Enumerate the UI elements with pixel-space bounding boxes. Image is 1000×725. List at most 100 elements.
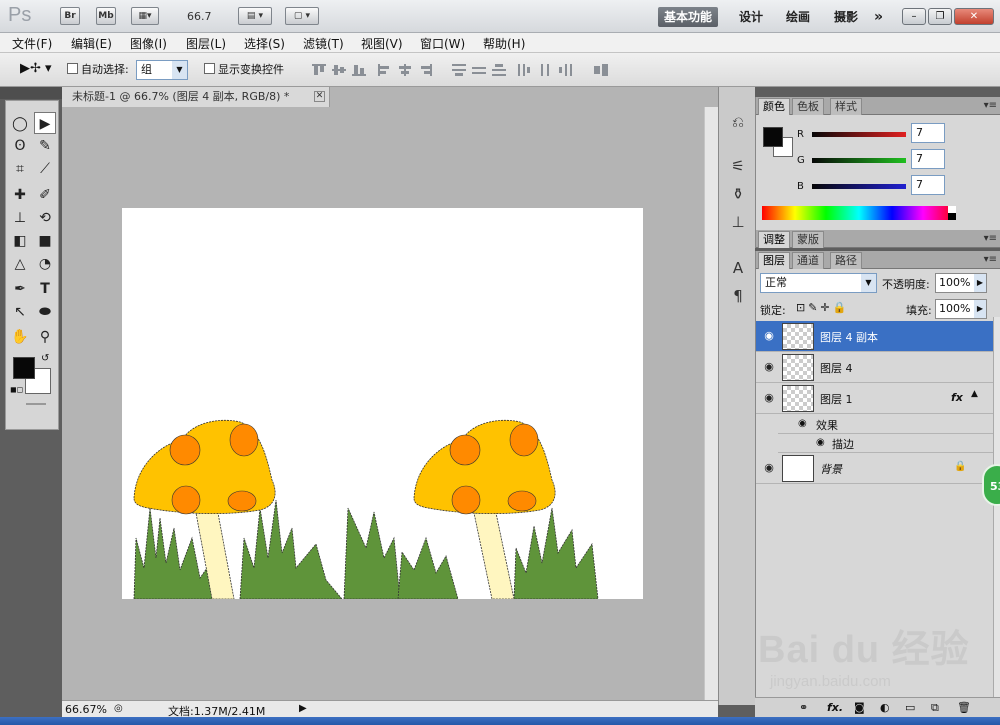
menu-filter[interactable]: 滤镜(T) (303, 35, 344, 52)
arrange-documents-button[interactable]: ▤ ▾ (238, 7, 272, 25)
tab-adjustments[interactable]: 调整 (758, 231, 790, 248)
new-layer-icon[interactable]: ⧉ (931, 701, 939, 715)
hand-tool-icon[interactable]: ✋ (9, 326, 31, 348)
effects-row[interactable]: ◉ 效果 (778, 415, 993, 434)
layer-effects-fx-icon[interactable]: fx (951, 391, 963, 404)
opacity-input[interactable]: 100% ▶ (935, 273, 987, 293)
tab-color[interactable]: 颜色 (758, 98, 790, 115)
opacity-slider-arrow-icon[interactable]: ▶ (974, 274, 986, 292)
character-panel-icon[interactable]: A (727, 257, 749, 279)
new-group-icon[interactable]: ▭ (905, 701, 915, 714)
menu-file[interactable]: 文件(F) (12, 35, 52, 52)
color-foreground-swatch[interactable] (763, 127, 783, 147)
auto-select-checkbox[interactable] (67, 63, 78, 74)
visibility-eye-icon[interactable]: ◉ (762, 330, 776, 342)
tab-paths[interactable]: 路径 (830, 252, 862, 269)
add-layer-style-icon[interactable]: fx. (827, 701, 843, 714)
quick-selection-tool-icon[interactable]: ✎ (34, 135, 56, 157)
blue-value-input[interactable]: 7 (911, 175, 945, 195)
distribute-bottom-icon[interactable] (492, 64, 506, 76)
panel-menu-icon[interactable]: ▾≡ (984, 254, 997, 265)
visibility-eye-icon[interactable]: ◉ (762, 462, 776, 474)
stroke-eye-icon[interactable]: ◉ (816, 437, 825, 448)
floating-badge[interactable]: 53 (982, 464, 1000, 506)
brush-tool-icon[interactable]: ✐ (34, 184, 56, 206)
tab-masks[interactable]: 蒙版 (792, 231, 824, 248)
spot-healing-brush-icon[interactable]: ✚ (9, 184, 31, 206)
distribute-top-icon[interactable] (452, 64, 466, 76)
effects-eye-icon[interactable]: ◉ (798, 418, 807, 429)
close-document-icon[interactable]: ✕ (314, 91, 325, 102)
bridge-button[interactable]: Br (60, 7, 80, 25)
add-layer-mask-icon[interactable]: ◙ (854, 701, 865, 714)
dodge-tool-icon[interactable]: ◔ (34, 253, 56, 275)
panel-menu-icon[interactable]: ▾≡ (984, 233, 997, 244)
menu-image[interactable]: 图像(I) (130, 35, 167, 52)
new-adjustment-layer-icon[interactable]: ◐ (880, 701, 890, 714)
move-tool-icon[interactable]: ▶ (34, 112, 56, 134)
tab-swatches[interactable]: 色板 (792, 98, 824, 115)
distribute-right-icon[interactable] (558, 64, 572, 76)
zoom-tool-icon[interactable]: ⚲ (34, 326, 56, 348)
status-menu-arrow-icon[interactable]: ▶ (299, 703, 307, 714)
distribute-horizontal-center-icon[interactable] (538, 64, 552, 76)
workspace-essentials[interactable]: 基本功能 (658, 7, 719, 27)
layer-row[interactable]: ◉ 图层 1 fx ▲ (756, 383, 993, 414)
panel-menu-icon[interactable]: ▾≡ (984, 100, 997, 111)
default-colors-icon[interactable]: ◼◻ (10, 385, 23, 394)
auto-select-dropdown[interactable]: 组 ▼ (136, 60, 188, 80)
visibility-eye-icon[interactable]: ◉ (762, 361, 776, 373)
menu-help[interactable]: 帮助(H) (483, 35, 525, 52)
red-value-input[interactable]: 7 (911, 123, 945, 143)
quick-mask-icon[interactable] (26, 403, 46, 405)
layer-row[interactable]: ◉ 图层 4 副本 (756, 321, 993, 352)
lasso-tool-icon[interactable]: ʘ (9, 135, 31, 157)
tab-styles[interactable]: 样式 (830, 98, 862, 115)
auto-align-layers-icon[interactable] (594, 64, 608, 76)
tab-channels[interactable]: 通道 (792, 252, 824, 269)
show-transform-checkbox[interactable] (204, 63, 215, 74)
menu-window[interactable]: 窗口(W) (420, 35, 465, 52)
elliptical-marquee-tool-icon[interactable]: ◯ (9, 113, 31, 135)
paragraph-panel-icon[interactable]: ¶ (727, 285, 749, 307)
clone-stamp-tool-icon[interactable]: ⊥ (9, 207, 31, 229)
color-spectrum-ramp[interactable] (762, 206, 956, 220)
align-horizontal-center-icon[interactable] (398, 64, 412, 76)
workspace-photography[interactable]: 摄影 (828, 7, 864, 27)
align-top-icon[interactable] (312, 64, 326, 76)
stroke-effect-row[interactable]: ◉ 描边 (778, 434, 993, 453)
zoom-percentage[interactable]: 66.67% (65, 703, 107, 716)
history-brush-tool-icon[interactable]: ⟲ (34, 207, 56, 229)
align-left-icon[interactable] (378, 64, 392, 76)
blur-tool-icon[interactable]: △ (9, 253, 31, 275)
tab-layers[interactable]: 图层 (758, 252, 790, 269)
eyedropper-tool-icon[interactable]: ⟋ (34, 158, 56, 180)
delete-layer-icon[interactable]: 🗑 (957, 701, 971, 714)
layer-row[interactable]: ◉ 图层 4 (756, 352, 993, 383)
vertical-scrollbar[interactable] (704, 107, 718, 703)
tools-panel-header[interactable] (0, 87, 64, 99)
expand-effects-icon[interactable]: ▲ (971, 389, 978, 399)
blend-mode-dropdown[interactable]: 正常 ▼ (760, 273, 877, 293)
align-right-icon[interactable] (418, 64, 432, 76)
gradient-tool-icon[interactable]: ■ (34, 230, 56, 252)
clone-source-icon[interactable]: ⊥ (727, 211, 749, 233)
red-slider[interactable] (812, 132, 906, 137)
menu-edit[interactable]: 编辑(E) (71, 35, 112, 52)
swap-colors-icon[interactable]: ↺ (41, 353, 49, 364)
mini-bridge-button[interactable]: Mb (96, 7, 116, 25)
crop-tool-icon[interactable]: ⌗ (9, 158, 31, 180)
more-workspaces-button[interactable]: » (868, 7, 889, 27)
workspace-painting[interactable]: 绘画 (780, 7, 816, 27)
menu-select[interactable]: 选择(S) (244, 35, 285, 52)
link-layers-icon[interactable]: ⚭ (799, 701, 808, 714)
type-tool-icon[interactable]: T (34, 278, 56, 300)
foreground-color-swatch-front[interactable] (13, 357, 35, 379)
close-button[interactable]: ✕ (954, 8, 994, 25)
shape-tool-icon[interactable]: ⬬ (34, 301, 56, 323)
lock-icons[interactable]: ⊡✎✛🔒 (796, 301, 849, 314)
zoom-level-display[interactable]: 66.7 (187, 10, 212, 23)
pen-tool-icon[interactable]: ✒ (9, 278, 31, 300)
layer-row[interactable]: ◉ 背景 🔒 (756, 453, 993, 484)
status-options-icon[interactable]: ◎ (114, 703, 123, 714)
